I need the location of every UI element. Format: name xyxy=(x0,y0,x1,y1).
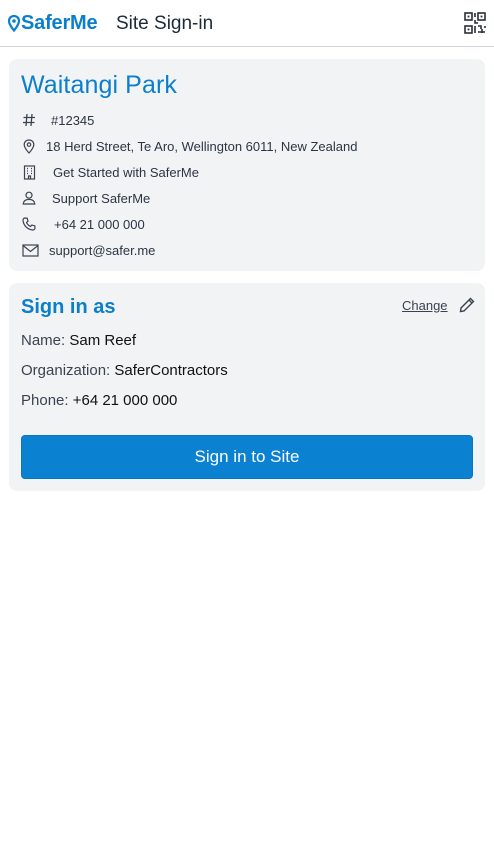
user-organization-row: Organization: SaferContractors xyxy=(21,362,228,379)
site-address-row: 18 Herd Street, Te Aro, Wellington 6011,… xyxy=(21,136,357,156)
site-address: 18 Herd Street, Te Aro, Wellington 6011,… xyxy=(46,138,358,154)
sign-in-to-site-button[interactable]: Sign in to Site xyxy=(21,435,473,479)
map-pin-icon xyxy=(21,138,37,154)
page-title: Site Sign-in xyxy=(116,13,214,34)
site-id-row: #12345 xyxy=(21,110,94,130)
hash-icon xyxy=(21,112,37,128)
phone-label: Phone: xyxy=(21,392,69,409)
app-header: SaferMe Site Sign-in xyxy=(0,0,494,47)
sign-in-heading: Sign in as xyxy=(21,296,116,318)
site-contact-name: Support SaferMe xyxy=(52,190,151,206)
organization-value: SaferContractors xyxy=(114,362,228,379)
site-contact-row: Support SaferMe xyxy=(21,188,150,208)
site-organization-row: Get Started with SaferMe xyxy=(21,162,199,182)
mail-icon xyxy=(21,242,39,258)
site-phone-row: +64 21 000 000 xyxy=(21,214,145,234)
building-icon xyxy=(21,164,37,180)
name-value: Sam Reef xyxy=(69,332,137,349)
pencil-icon[interactable] xyxy=(458,296,476,314)
saferme-logo: SaferMe xyxy=(8,11,98,34)
site-phone: +64 21 000 000 xyxy=(54,216,145,232)
map-pin-logo-icon xyxy=(8,14,20,32)
organization-label: Organization: xyxy=(21,362,111,379)
sign-in-card: Sign in as Change Name: Sam Reef Organiz… xyxy=(9,283,485,491)
logo-text: SaferMe xyxy=(21,11,98,34)
user-name-row: Name: Sam Reef xyxy=(21,332,136,349)
site-name: Waitangi Park xyxy=(21,71,177,99)
user-phone-row: Phone: +64 21 000 000 xyxy=(21,392,177,409)
site-id: #12345 xyxy=(51,112,95,128)
site-details-card: Waitangi Park #12345 18 Herd Street, Te … xyxy=(9,59,485,271)
change-user-button[interactable]: Change xyxy=(402,295,476,315)
site-organization: Get Started with SaferMe xyxy=(53,164,199,180)
site-email-row: support@safer.me xyxy=(21,240,155,260)
qr-code-icon[interactable] xyxy=(463,11,487,35)
user-icon xyxy=(21,190,37,206)
site-email[interactable]: support@safer.me xyxy=(49,243,155,258)
change-label[interactable]: Change xyxy=(402,298,448,313)
phone-value: +64 21 000 000 xyxy=(72,392,178,409)
name-label: Name: xyxy=(21,332,66,349)
phone-icon xyxy=(21,216,37,232)
